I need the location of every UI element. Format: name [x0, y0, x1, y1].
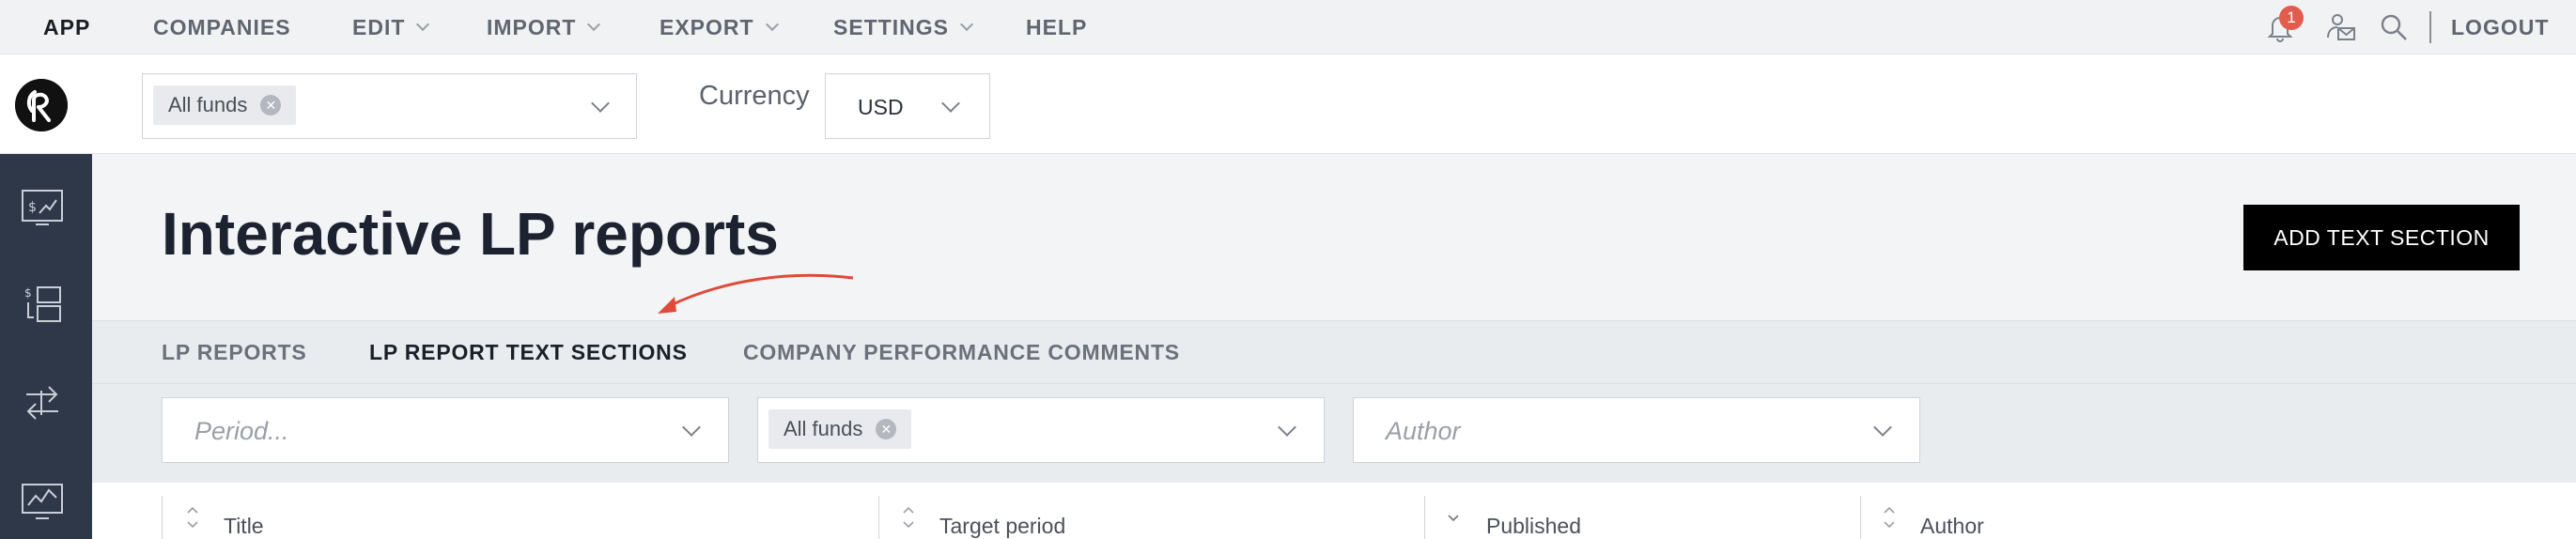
period-select[interactable]: Period... [162, 397, 729, 463]
page-title: Interactive LP reports [162, 200, 779, 268]
nav-settings[interactable]: SETTINGS [833, 0, 974, 54]
column-divider [1424, 496, 1425, 539]
column-header-published[interactable]: Published [1486, 492, 1581, 539]
author-select[interactable]: Author [1353, 397, 1920, 463]
column-header-author[interactable]: Author [1920, 492, 1984, 539]
fund-tag: All funds ✕ [153, 85, 297, 125]
nav-help-label: HELP [1026, 15, 1088, 39]
app-logo[interactable] [15, 79, 68, 131]
fund-filter-select[interactable]: All funds ✕ [757, 397, 1325, 463]
transfer-arrows-icon[interactable] [21, 381, 64, 424]
nav-companies-label: COMPANIES [153, 15, 291, 39]
nav-export-label: EXPORT [660, 15, 754, 39]
column-divider [162, 496, 163, 539]
tab-lp-reports[interactable]: LP REPORTS [162, 321, 307, 383]
period-placeholder: Period... [194, 417, 289, 445]
list-filters: Period... All funds ✕ Author [92, 384, 2576, 483]
sort-icon[interactable] [1883, 503, 1896, 531]
chevron-down-icon [416, 17, 430, 32]
chevron-down-icon [1873, 418, 1892, 437]
remove-tag-icon[interactable]: ✕ [260, 95, 282, 116]
chevron-down-icon [941, 94, 960, 113]
chevron-down-icon [765, 17, 779, 32]
currency-value: USD [858, 95, 904, 119]
column-divider [1860, 496, 1861, 539]
nav-companies[interactable]: COMPANIES [153, 0, 291, 54]
fund-tag-label: All funds [168, 93, 248, 116]
nav-edit-label: EDIT [352, 15, 406, 39]
nav-help[interactable]: HELP [1026, 0, 1087, 54]
svg-text:$: $ [28, 200, 37, 215]
nav-edit[interactable]: EDIT [352, 0, 430, 54]
nav-import-label: IMPORT [487, 15, 577, 39]
fund-filter-tag-label: All funds [784, 417, 863, 440]
logout-link[interactable]: LOGOUT [2451, 0, 2549, 54]
column-divider [878, 496, 879, 539]
author-placeholder: Author [1386, 417, 1461, 445]
search-icon[interactable] [2378, 11, 2410, 43]
chevron-down-icon [1278, 418, 1296, 437]
currency-label: Currency [699, 81, 810, 111]
column-header-title[interactable]: Title [224, 492, 264, 539]
transactions-list-icon[interactable]: $ [21, 284, 64, 327]
dollar-chart-icon[interactable]: $ [21, 185, 64, 228]
nav-import[interactable]: IMPORT [487, 0, 601, 54]
logout-label: LOGOUT [2451, 15, 2550, 39]
nav-divider [2429, 11, 2431, 43]
sidebar: $ $ [0, 154, 92, 539]
sort-icon[interactable] [902, 503, 915, 531]
svg-text:$: $ [24, 286, 32, 300]
top-navigation-bar: APP COMPANIES EDIT IMPORT EXPORT SETTING… [0, 0, 2576, 54]
tab-company-performance-comments[interactable]: COMPANY PERFORMANCE COMMENTS [743, 321, 1180, 383]
tab-lp-report-text-sections[interactable]: LP REPORT TEXT SECTIONS [369, 321, 688, 383]
nav-app[interactable]: APP [43, 0, 90, 54]
sort-icon[interactable] [186, 503, 199, 531]
chevron-down-icon [591, 94, 610, 113]
line-chart-icon[interactable] [21, 479, 64, 522]
chevron-down-icon [682, 418, 701, 437]
column-header-target-period[interactable]: Target period [939, 492, 1065, 539]
nav-app-label: APP [43, 15, 91, 39]
inbox-person-icon[interactable] [2325, 11, 2357, 43]
annotation-arrow-icon [658, 273, 854, 314]
nav-settings-label: SETTINGS [833, 15, 950, 39]
chevron-down-icon [587, 17, 601, 32]
remove-tag-icon[interactable]: ✕ [876, 419, 897, 439]
fund-select[interactable]: All funds ✕ [142, 73, 637, 139]
table-header: Title Target period Published Author [92, 483, 2576, 539]
add-text-section-button[interactable]: ADD TEXT SECTION [2243, 205, 2520, 270]
sort-desc-icon[interactable] [1447, 503, 1460, 531]
tab-bar: LP REPORTS LP REPORT TEXT SECTIONS COMPA… [92, 320, 2576, 384]
fund-filter-tag: All funds ✕ [768, 409, 912, 449]
notification-badge: 1 [2279, 6, 2304, 30]
currency-select[interactable]: USD [825, 73, 990, 139]
chevron-down-icon [959, 17, 974, 32]
nav-export[interactable]: EXPORT [660, 0, 779, 54]
